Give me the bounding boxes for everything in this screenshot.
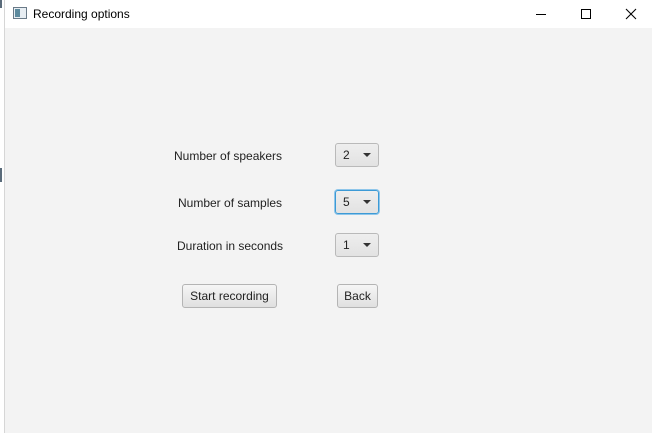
duration-select[interactable]: 1 bbox=[335, 233, 379, 257]
chevron-down-icon bbox=[363, 200, 371, 204]
samples-value: 5 bbox=[343, 195, 350, 209]
title-bar[interactable]: Recording options bbox=[5, 0, 652, 28]
duration-label: Duration in seconds bbox=[177, 239, 284, 253]
start-recording-button[interactable]: Start recording bbox=[182, 284, 277, 308]
speakers-select[interactable]: 2 bbox=[335, 143, 379, 167]
app-icon bbox=[13, 7, 27, 19]
maximize-button[interactable] bbox=[563, 0, 609, 28]
speakers-label: Number of speakers bbox=[174, 149, 283, 163]
window-title: Recording options bbox=[33, 7, 130, 21]
chevron-down-icon bbox=[363, 243, 371, 247]
edge-mark bbox=[0, 0, 2, 8]
close-button[interactable] bbox=[608, 0, 652, 28]
content-pane: Number of speakers 2 Number of samples 5… bbox=[5, 28, 652, 433]
samples-select[interactable]: 5 bbox=[335, 190, 379, 214]
edge-mark bbox=[0, 168, 2, 182]
maximize-icon bbox=[581, 9, 591, 19]
samples-label: Number of samples bbox=[178, 196, 283, 210]
back-button[interactable]: Back bbox=[337, 284, 378, 308]
recording-options-window: Recording options Number of speakers 2 N… bbox=[0, 0, 652, 433]
minimize-button[interactable] bbox=[518, 0, 564, 28]
chevron-down-icon bbox=[363, 153, 371, 157]
speakers-value: 2 bbox=[343, 148, 350, 162]
minimize-icon bbox=[536, 14, 546, 15]
close-icon bbox=[625, 8, 637, 20]
duration-value: 1 bbox=[343, 238, 350, 252]
